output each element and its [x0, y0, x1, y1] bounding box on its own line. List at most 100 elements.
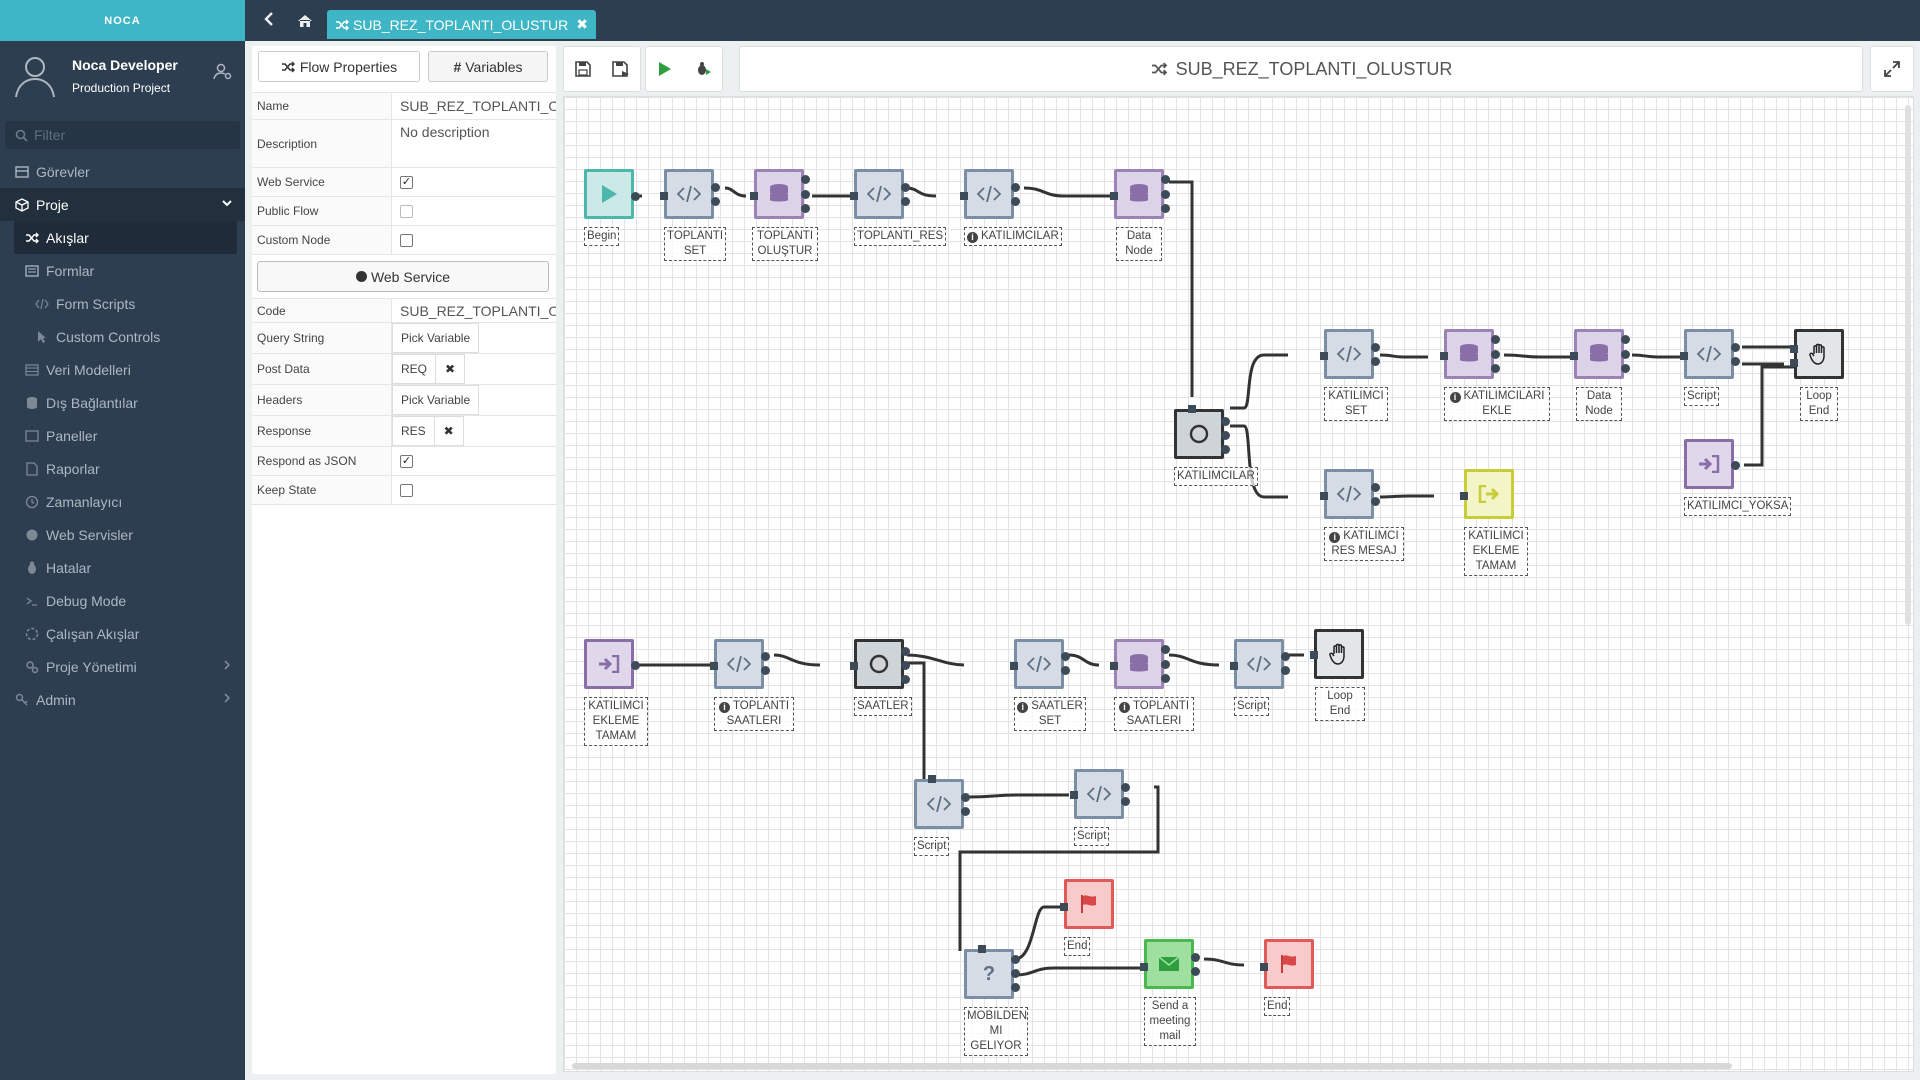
port[interactable] — [1060, 903, 1068, 911]
node-katilimcilar-script[interactable] — [964, 169, 1014, 219]
port[interactable] — [978, 945, 986, 953]
node-end-2[interactable] — [1264, 939, 1314, 989]
node-script-4[interactable] — [1074, 769, 1124, 819]
nav-form-scripts[interactable]: Form Scripts — [0, 287, 245, 320]
port[interactable] — [1110, 192, 1118, 200]
web-service-button[interactable]: Web Service — [257, 261, 549, 292]
port[interactable] — [1221, 417, 1230, 426]
port[interactable] — [1621, 335, 1630, 344]
node-katilimcilar-loop[interactable] — [1174, 409, 1224, 459]
node-script-2[interactable] — [1234, 639, 1284, 689]
node-toplanti-olustur[interactable] — [754, 169, 804, 219]
port[interactable] — [1570, 352, 1578, 360]
node-loop-end-1[interactable] — [1794, 329, 1844, 379]
port[interactable] — [631, 661, 640, 670]
port[interactable] — [1440, 352, 1448, 360]
port[interactable] — [1790, 359, 1798, 367]
port[interactable] — [801, 175, 810, 184]
user-settings-icon[interactable] — [213, 63, 233, 81]
port[interactable] — [1161, 175, 1170, 184]
node-katilimci-yoksa[interactable] — [1684, 439, 1734, 489]
port[interactable] — [1731, 357, 1740, 366]
port[interactable] — [1011, 183, 1020, 192]
post-data-value[interactable]: REQ — [392, 354, 436, 384]
port[interactable] — [850, 662, 858, 670]
save-button[interactable] — [564, 46, 602, 92]
filter-input[interactable] — [34, 127, 234, 143]
port[interactable] — [928, 775, 936, 783]
node-send-meeting-mail[interactable] — [1144, 939, 1194, 989]
nav-calisan-akislar[interactable]: Çalışan Akışlar — [0, 617, 245, 650]
port[interactable] — [961, 807, 970, 816]
port[interactable] — [1491, 364, 1500, 373]
port[interactable] — [750, 192, 758, 200]
port[interactable] — [1121, 783, 1130, 792]
nav-debug-mode[interactable]: Debug Mode — [0, 584, 245, 617]
port[interactable] — [1140, 963, 1148, 971]
node-data-node-2[interactable] — [1574, 329, 1624, 379]
web-service-checkbox[interactable]: ✓ — [400, 175, 413, 189]
port[interactable] — [1371, 483, 1380, 492]
vertical-scrollbar[interactable] — [1905, 105, 1911, 625]
headers-picker[interactable]: Pick Variable — [392, 385, 480, 415]
response-value[interactable]: RES — [392, 416, 434, 446]
port[interactable] — [660, 192, 668, 200]
node-saatler-set[interactable] — [1014, 639, 1064, 689]
node-toplanti-set[interactable] — [664, 169, 714, 219]
port[interactable] — [901, 197, 910, 206]
port[interactable] — [1221, 445, 1230, 454]
nav-akislar[interactable]: Akışlar — [14, 221, 237, 254]
port[interactable] — [960, 192, 968, 200]
clear-post-data-icon[interactable]: ✖ — [435, 354, 466, 384]
port[interactable] — [801, 190, 810, 199]
description-field[interactable]: No description — [392, 120, 556, 167]
nav-web-servisler[interactable]: Web Servisler — [0, 518, 245, 551]
port[interactable] — [1221, 431, 1230, 440]
node-loop-end-2[interactable] — [1314, 629, 1364, 679]
node-script-1[interactable] — [1684, 329, 1734, 379]
node-saatler[interactable] — [854, 639, 904, 689]
node-begin[interactable] — [584, 169, 634, 219]
query-string-picker[interactable]: Pick Variable — [392, 323, 480, 353]
port[interactable] — [1188, 405, 1196, 413]
port[interactable] — [1161, 190, 1170, 199]
port[interactable] — [1680, 352, 1688, 360]
port[interactable] — [1161, 204, 1170, 213]
port[interactable] — [901, 647, 910, 656]
nav-raporlar[interactable]: Raporlar — [0, 452, 245, 485]
port[interactable] — [1011, 197, 1020, 206]
node-toplanti-saatleri-script[interactable] — [714, 639, 764, 689]
back-arrow-icon[interactable] — [263, 10, 275, 28]
save-as-button[interactable] — [602, 46, 640, 92]
port[interactable] — [1230, 662, 1238, 670]
node-end-1[interactable] — [1064, 879, 1114, 929]
nav-proje-yonetimi[interactable]: Proje Yönetimi — [0, 650, 245, 683]
port[interactable] — [761, 666, 770, 675]
node-data-node-1[interactable] — [1114, 169, 1164, 219]
node-script-3[interactable] — [914, 779, 964, 829]
node-mobilden-mi-geliyor[interactable]: ? — [964, 949, 1014, 999]
port[interactable] — [761, 652, 770, 661]
nav-custom-controls[interactable]: Custom Controls — [0, 320, 245, 353]
node-katilimci-set[interactable] — [1324, 329, 1374, 379]
port[interactable] — [1621, 364, 1630, 373]
custom-node-checkbox[interactable] — [400, 233, 413, 247]
port[interactable] — [850, 192, 858, 200]
port[interactable] — [1281, 666, 1290, 675]
port[interactable] — [710, 662, 718, 670]
port[interactable] — [1621, 350, 1630, 359]
port[interactable] — [1320, 492, 1328, 500]
name-field[interactable]: SUB_REZ_TOPLANTI_OLUSTUR — [392, 93, 556, 119]
avatar[interactable] — [10, 51, 60, 101]
port[interactable] — [1121, 797, 1130, 806]
fullscreen-button[interactable] — [1870, 46, 1914, 92]
horizontal-scrollbar[interactable] — [572, 1063, 1732, 1069]
port[interactable] — [631, 192, 640, 201]
tab-variables[interactable]: # Variables — [428, 51, 548, 82]
port[interactable] — [1731, 461, 1740, 470]
nav-paneller[interactable]: Paneller — [0, 419, 245, 452]
node-katilimci-ekleme-tamam-enter[interactable] — [584, 639, 634, 689]
port[interactable] — [1320, 352, 1328, 360]
port[interactable] — [1011, 983, 1020, 992]
tab-sub-rez-toplanti-olustur[interactable]: SUB_REZ_TOPLANTI_OLUSTUR ✖ — [327, 10, 596, 39]
